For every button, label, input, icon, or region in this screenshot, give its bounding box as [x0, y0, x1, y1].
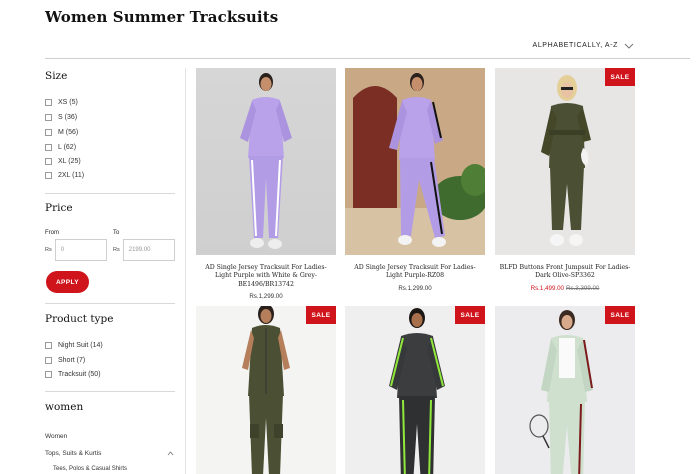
chevron-up-icon[interactable]: [167, 451, 174, 456]
sale-badge: SALE: [306, 306, 336, 324]
model-figure: [389, 308, 445, 474]
model-figure: [345, 68, 485, 255]
model-figure: [240, 73, 292, 249]
sort-dropdown[interactable]: ALPHABETICALLY, A-Z: [533, 42, 634, 49]
checkbox[interactable]: [45, 342, 52, 349]
sort-label: ALPHABETICALLY, A-Z: [532, 42, 618, 49]
product-name[interactable]: AD Single Jersey Tracksuit For Ladies-Li…: [196, 264, 336, 289]
size-option-2xl[interactable]: 2XL (11): [45, 172, 84, 179]
divider: [45, 303, 175, 304]
apply-price-button[interactable]: APPLY: [46, 271, 89, 293]
model-figure: [541, 75, 591, 246]
product-image[interactable]: [345, 68, 485, 255]
product-image[interactable]: [196, 68, 336, 255]
sale-badge: SALE: [605, 306, 635, 324]
filter-sidebar: Size XS (5) S (36) M (56) L (62) XL (25)…: [45, 58, 175, 474]
product-image[interactable]: SALE: [495, 306, 635, 474]
type-option-tracksuit[interactable]: Tracksuit (50): [45, 371, 101, 378]
product-card[interactable]: AD Single Jersey Tracksuit For Ladies-Li…: [196, 68, 336, 300]
price-from-input[interactable]: 0: [54, 239, 107, 261]
product-price: Rs.1,299.00: [398, 284, 432, 292]
page-title: Women Summer Tracksuits: [45, 8, 279, 26]
price-from-field: Rs 0: [45, 239, 107, 261]
product-type-filter-title: Product type: [45, 313, 114, 325]
checkbox[interactable]: [45, 144, 52, 151]
sidebar-divider: [185, 68, 186, 474]
size-option-s[interactable]: S (36): [45, 114, 77, 121]
product-card[interactable]: SALE: [345, 306, 485, 474]
size-option-xl[interactable]: XL (25): [45, 158, 81, 165]
product-name[interactable]: BLFD Buttons Front Jumpsuit For Ladies-D…: [495, 264, 635, 281]
category-link-tops[interactable]: Tops, Suits & Kurtis: [45, 450, 101, 457]
price-from-label: From: [45, 230, 59, 236]
divider: [45, 193, 175, 194]
category-link-tees[interactable]: Tees, Polos & Casual Shirts: [53, 466, 127, 472]
original-price: Rs.3,399.00: [566, 284, 600, 292]
currency-label: Rs: [45, 247, 52, 253]
currency-label: Rs: [113, 247, 120, 253]
checkbox[interactable]: [45, 357, 52, 364]
checkbox[interactable]: [45, 158, 52, 165]
model-figure: [242, 306, 290, 474]
product-card[interactable]: SALE BLFD Buttons Front Jumpsuit For Lad…: [495, 68, 635, 292]
divider: [45, 391, 175, 392]
price-to-label: To: [113, 230, 120, 236]
size-option-m[interactable]: M (56): [45, 129, 78, 136]
product-price: Rs.1,299.00: [249, 292, 283, 300]
product-image[interactable]: SALE: [345, 306, 485, 474]
product-name[interactable]: AD Single Jersey Tracksuit For Ladies-Li…: [345, 264, 485, 281]
sale-badge: SALE: [455, 306, 485, 324]
checkbox[interactable]: [45, 99, 52, 106]
size-option-l[interactable]: L (62): [45, 144, 76, 151]
category-link-women[interactable]: Women: [45, 433, 67, 440]
price-filter-title: Price: [45, 202, 73, 214]
size-filter-title: Size: [45, 70, 68, 82]
sale-price: Rs.1,499.00: [530, 284, 564, 292]
chevron-down-icon: [624, 43, 634, 49]
product-price: Rs.1,499.00 Rs.3,399.00: [495, 285, 635, 292]
product-image[interactable]: SALE: [196, 306, 336, 474]
product-card[interactable]: SALE: [196, 306, 336, 474]
sale-badge: SALE: [605, 68, 635, 86]
women-filter-title: women: [45, 401, 84, 413]
checkbox[interactable]: [45, 172, 52, 179]
size-option-xs[interactable]: XS (5): [45, 99, 78, 106]
checkbox[interactable]: [45, 129, 52, 136]
checkbox[interactable]: [45, 371, 52, 378]
price-to-field: Rs 2199.00: [113, 239, 175, 261]
model-figure: [529, 310, 593, 474]
price-to-input[interactable]: 2199.00: [122, 239, 175, 261]
type-option-short[interactable]: Short (7): [45, 357, 85, 364]
type-option-night-suit[interactable]: Night Suit (14): [45, 342, 103, 349]
product-card[interactable]: SALE: [495, 306, 635, 474]
product-card[interactable]: AD Single Jersey Tracksuit For Ladies-Li…: [345, 68, 485, 292]
product-image[interactable]: SALE: [495, 68, 635, 255]
checkbox[interactable]: [45, 114, 52, 121]
